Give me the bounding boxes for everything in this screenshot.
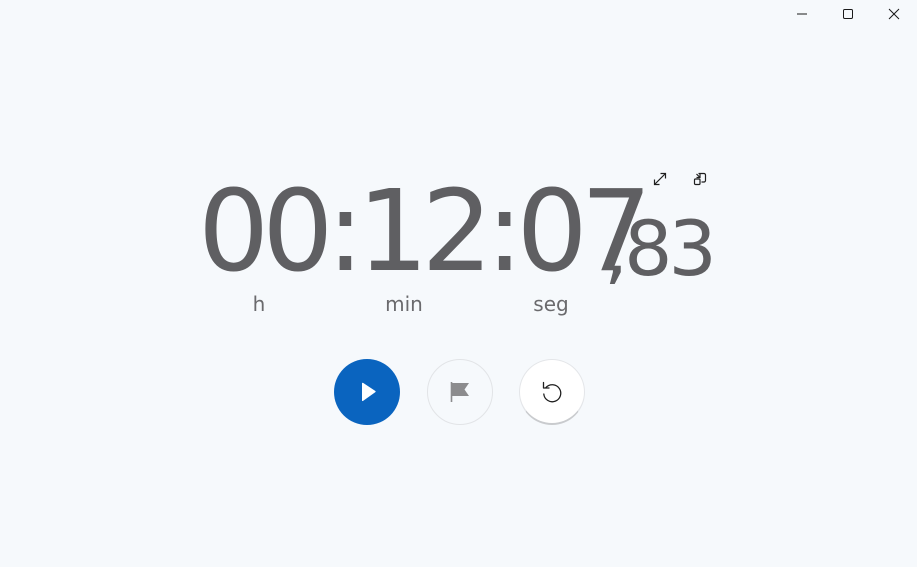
- control-bar: [0, 359, 917, 427]
- minimize-button[interactable]: [779, 0, 825, 28]
- minimize-icon: [797, 13, 807, 15]
- maximize-button[interactable]: [825, 0, 871, 28]
- time-fraction: ,83: [604, 204, 717, 293]
- unit-hours-label: h: [252, 292, 266, 316]
- play-icon: [362, 382, 376, 402]
- close-button[interactable]: [871, 0, 917, 28]
- reset-icon: [542, 381, 562, 402]
- unit-minutes-label: min: [385, 292, 423, 316]
- maximize-icon: [843, 9, 853, 19]
- caption-bar: [779, 0, 917, 28]
- stopwatch-window: 00:12:07 ,83 h min seg: [0, 0, 917, 567]
- play-button[interactable]: [334, 359, 400, 425]
- time-display: 00:12:07 ,83: [0, 167, 917, 297]
- lap-button[interactable]: [427, 359, 493, 425]
- unit-seconds-label: seg: [533, 292, 569, 316]
- reset-button[interactable]: [519, 359, 585, 425]
- close-icon: [888, 8, 900, 20]
- flag-icon: [450, 382, 469, 402]
- time-main: 00:12:07: [198, 167, 652, 297]
